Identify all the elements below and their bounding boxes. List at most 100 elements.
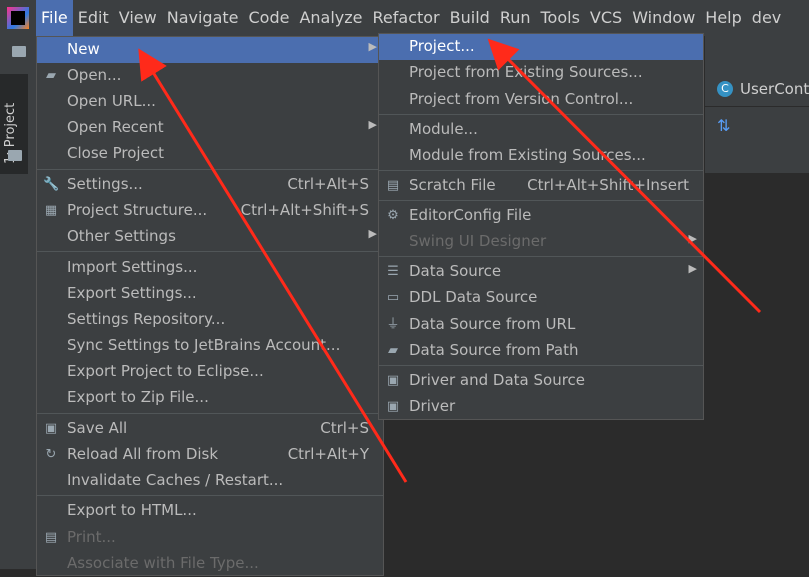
menu-item-data-source[interactable]: ☰ Data Source ▶ (379, 259, 703, 285)
menu-item-label: Settings... (67, 175, 143, 193)
menu-item-module-from-existing-sources[interactable]: Module from Existing Sources... (379, 143, 703, 169)
menu-item-project[interactable]: Project... (379, 34, 703, 60)
menu-item-project-from-version-control[interactable]: Project from Version Control... (379, 87, 703, 113)
menu-separator (379, 170, 703, 171)
folder-icon: ▰ (388, 343, 398, 358)
reload-icon: ↻ (45, 447, 57, 462)
menu-item-save-all[interactable]: ▣ Save All Ctrl+S (37, 416, 383, 442)
menu-separator (37, 251, 383, 252)
menu-item-label: Import Settings... (67, 258, 198, 276)
project-structure-icon: ▦ (44, 203, 58, 218)
menu-item-label: Scratch File (409, 176, 496, 194)
menu-item-label: Save All (67, 419, 128, 437)
menu-item-label: Swing UI Designer (409, 232, 547, 250)
menu-item-scratch-file[interactable]: ▤ Scratch File Ctrl+Alt+Shift+Insert (379, 173, 703, 199)
editor-tab-label: UserCont (740, 80, 809, 98)
menu-item-label: Open Recent (67, 118, 164, 136)
menu-item-import-settings[interactable]: Import Settings... (37, 255, 383, 281)
menu-item-data-source-from-path[interactable]: ▰ Data Source from Path (379, 338, 703, 364)
menu-analyze[interactable]: Analyze (294, 0, 367, 36)
menu-item-open-url[interactable]: Open URL... (37, 89, 383, 115)
menu-window[interactable]: Window (627, 0, 700, 36)
wrench-icon: 🔧 (43, 177, 60, 192)
submenu-arrow-icon: ▶ (688, 262, 697, 275)
driver-icon: ▣ (386, 373, 400, 388)
menu-refactor[interactable]: Refactor (368, 0, 445, 36)
menu-item-label: Module... (409, 120, 478, 138)
menu-item-driver-and-data-source[interactable]: ▣ Driver and Data Source (379, 368, 703, 394)
menu-item-label: Project Structure... (67, 201, 208, 219)
menu-item-label: Project... (409, 37, 475, 55)
menu-item-label: Other Settings (67, 227, 176, 245)
menu-item-new[interactable]: New ▶ (37, 37, 383, 63)
menu-item-reload-all-from-disk[interactable]: ↻ Reload All from Disk Ctrl+Alt+Y (37, 442, 383, 468)
menu-item-export-settings[interactable]: Export Settings... (37, 281, 383, 307)
menu-code[interactable]: Code (244, 0, 295, 36)
project-folder-icon[interactable] (12, 46, 26, 57)
menu-item-close-project[interactable]: Close Project (37, 141, 383, 167)
menu-item-settings-repository[interactable]: Settings Repository... (37, 307, 383, 333)
ddl-icon: ▭ (386, 290, 400, 305)
menu-item-invalidate-caches-restart[interactable]: Invalidate Caches / Restart... (37, 468, 383, 494)
menu-item-export-to-html[interactable]: Export to HTML... (37, 498, 383, 524)
intellij-logo-icon (7, 7, 29, 29)
menu-build[interactable]: Build (445, 0, 495, 36)
save-icon: ▣ (44, 421, 58, 436)
file-menu: New ▶ ▰ Open... Open URL... Open Recent ▶ Close… (36, 36, 384, 576)
menu-item-label: Settings Repository... (67, 310, 226, 328)
menu-item-associate-with-file-type: Associate with File Type... (37, 551, 383, 577)
project-name: dev (751, 8, 782, 27)
menu-item-label: Driver and Data Source (409, 371, 586, 389)
menu-separator (37, 495, 383, 496)
menu-separator (37, 169, 383, 170)
menu-item-driver[interactable]: ▣ Driver (379, 394, 703, 420)
menu-item-module[interactable]: Module... (379, 117, 703, 143)
menu-run[interactable]: Run (495, 0, 536, 36)
menu-item-label: DDL Data Source (409, 288, 538, 306)
menu-navigate[interactable]: Navigate (162, 0, 244, 36)
menu-separator (379, 114, 703, 115)
menu-item-export-to-zip-file[interactable]: Export to Zip File... (37, 385, 383, 411)
menu-item-editorconfig-file[interactable]: ⚙ EditorConfig File (379, 203, 703, 229)
menu-item-data-source-from-url[interactable]: ⏚ Data Source from URL (379, 312, 703, 338)
menu-item-open-recent[interactable]: Open Recent ▶ (37, 115, 383, 141)
menu-item-label: Invalidate Caches / Restart... (67, 471, 284, 489)
menu-view[interactable]: View (114, 0, 162, 36)
menu-item-print: ▤ Print... (37, 525, 383, 551)
gear-icon: ⚙ (387, 208, 399, 223)
menu-separator (37, 413, 383, 414)
sort-icon[interactable]: ⇅ (717, 116, 730, 135)
editor-tab[interactable]: C UserCont (705, 74, 809, 107)
menu-item-label: Driver (409, 397, 456, 415)
menu-tools[interactable]: Tools (536, 0, 585, 36)
menu-item-project-from-existing-sources[interactable]: Project from Existing Sources... (379, 60, 703, 86)
menu-help[interactable]: Help (700, 0, 746, 36)
menu-item-ddl-data-source[interactable]: ▭ DDL Data Source (379, 285, 703, 311)
menu-item-settings[interactable]: 🔧 Settings... Ctrl+Alt+S (37, 172, 383, 198)
submenu-arrow-icon: ▶ (368, 40, 377, 53)
menu-vcs[interactable]: VCS (585, 0, 627, 36)
menu-item-label: Associate with File Type... (67, 554, 259, 572)
menu-separator (379, 200, 703, 201)
submenu-arrow-icon: ▶ (368, 227, 377, 240)
menu-separator (379, 365, 703, 366)
menu-item-label: Export Settings... (67, 284, 197, 302)
menu-edit[interactable]: Edit (73, 0, 114, 36)
menu-item-label: New (67, 40, 100, 58)
menu-file[interactable]: File (36, 0, 73, 36)
menu-item-label: Data Source from URL (409, 315, 576, 333)
menu-item-label: Data Source from Path (409, 341, 579, 359)
menu-item-other-settings[interactable]: Other Settings ▶ (37, 224, 383, 250)
menu-item-label: Print... (67, 528, 116, 546)
menu-item-shortcut: Ctrl+Alt+Shift+S (240, 201, 369, 219)
scratch-file-icon: ▤ (386, 178, 400, 193)
menu-item-sync-settings-to-jetbrains-account[interactable]: Sync Settings to JetBrains Account... (37, 333, 383, 359)
menu-bar: File Edit View Navigate Code Analyze Ref… (0, 0, 809, 36)
menu-item-export-project-to-eclipse[interactable]: Export Project to Eclipse... (37, 359, 383, 385)
menu-item-project-structure[interactable]: ▦ Project Structure... Ctrl+Alt+Shift+S (37, 198, 383, 224)
menu-item-label: Project from Existing Sources... (409, 63, 643, 81)
menu-item-shortcut: Ctrl+Alt+Y (287, 445, 369, 463)
plug-icon: ⏚ (386, 317, 400, 332)
menu-item-open[interactable]: ▰ Open... (37, 63, 383, 89)
menu-item-shortcut: Ctrl+Alt+Shift+Insert (527, 176, 689, 194)
